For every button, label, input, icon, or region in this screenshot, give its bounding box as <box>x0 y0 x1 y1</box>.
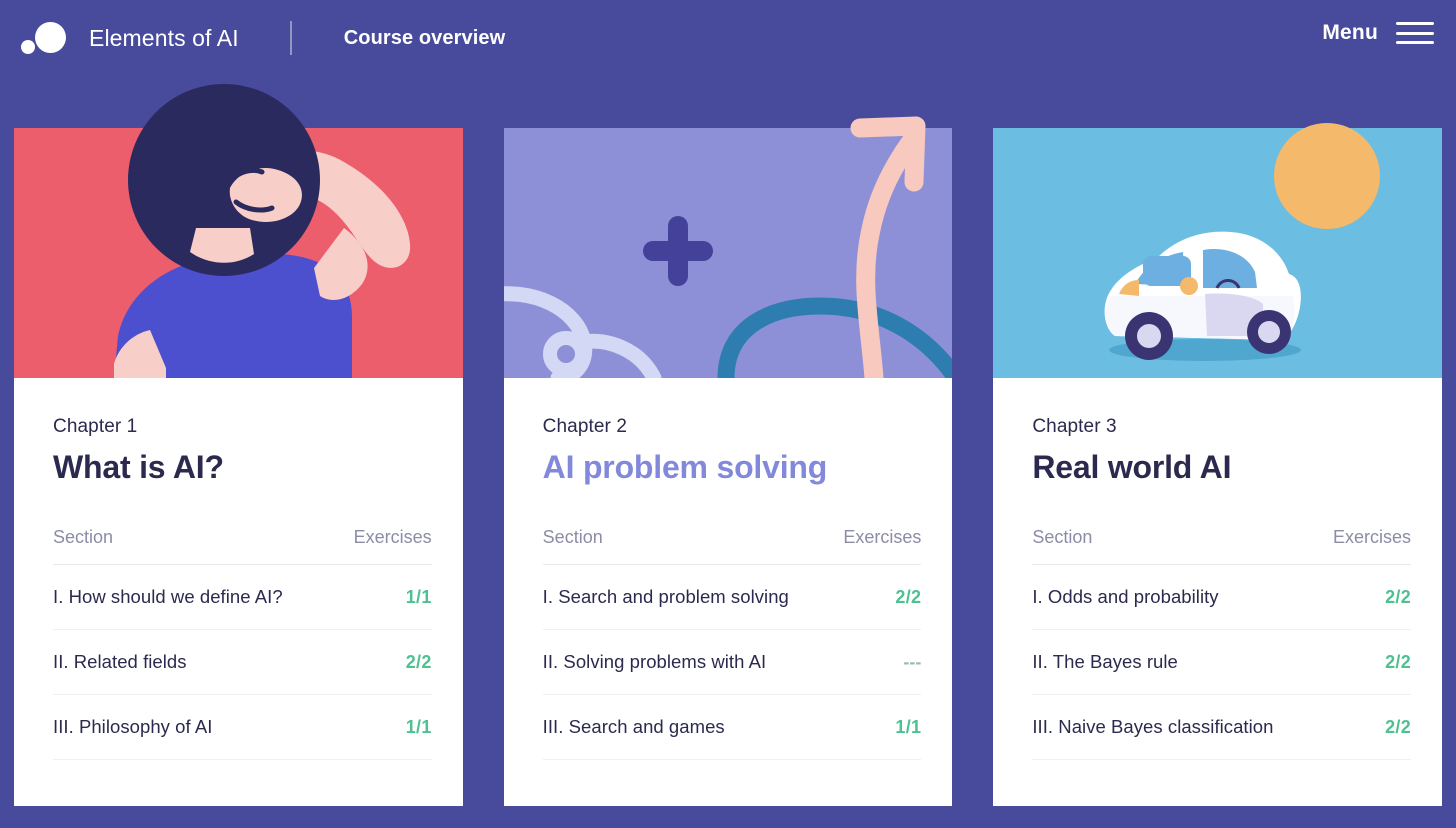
chapter-title: What is AI? <box>53 449 224 485</box>
section-name: II. Related fields <box>53 651 187 672</box>
logo-small-circle <box>21 40 35 54</box>
hamburger-line-2 <box>1396 31 1434 35</box>
menu-button[interactable]: Menu <box>1322 20 1434 46</box>
section-row[interactable]: III. Naive Bayes classification 2/2 <box>1032 695 1412 760</box>
chapter-1-illustration <box>14 84 463 378</box>
section-row[interactable]: III. Search and games 1/1 <box>542 695 922 760</box>
chapter-card-2[interactable]: Chapter 2 AI problem solving Section Exe… <box>503 116 953 806</box>
section-name: I. Odds and probability <box>1032 586 1219 607</box>
section-name: II. Solving problems with AI <box>542 651 767 672</box>
section-exercise-count: 2/2 <box>1385 716 1412 737</box>
section-table-header: Section Exercises <box>1032 527 1412 565</box>
section-row[interactable]: II. Solving problems with AI --- <box>542 630 922 695</box>
page-title: Course overview <box>343 26 506 49</box>
column-header-exercises: Exercises <box>353 527 432 547</box>
chapter-3-illustration <box>993 123 1443 378</box>
brand-logo-group[interactable]: Elements of AI <box>18 18 239 58</box>
section-row[interactable]: II. The Bayes rule 2/2 <box>1032 630 1412 695</box>
section-name: I. How should we define AI? <box>53 586 283 607</box>
app-header: Elements of AI Course overview Menu <box>0 0 1456 76</box>
menu-label: Menu <box>1322 21 1378 44</box>
section-table-header: Section Exercises <box>542 527 922 565</box>
section-name: III. Philosophy of AI <box>53 716 213 737</box>
section-row[interactable]: I. How should we define AI? 1/1 <box>53 565 432 630</box>
brand-name: Elements of AI <box>89 24 239 51</box>
column-header-section: Section <box>53 527 114 547</box>
chapter-3-body: Chapter 3 Real world AI Section Exercise… <box>993 378 1442 806</box>
chapter-label: Chapter 3 <box>1032 416 1117 437</box>
section-exercise-count: --- <box>903 651 922 672</box>
header-divider <box>289 21 292 55</box>
hamburger-line-3 <box>1396 41 1434 44</box>
illustration-background-purple <box>503 128 953 378</box>
section-name: III. Search and games <box>542 716 725 737</box>
section-row[interactable]: I. Search and problem solving 2/2 <box>542 565 922 630</box>
section-name: I. Search and problem solving <box>542 586 789 607</box>
section-row[interactable]: II. Related fields 2/2 <box>53 630 432 695</box>
logo-large-circle <box>35 22 66 53</box>
chapter-1-body: Chapter 1 What is AI? Section Exercises … <box>14 378 463 806</box>
hamburger-line-1 <box>1396 22 1434 25</box>
section-exercise-count: 1/1 <box>405 586 432 607</box>
section-exercise-count: 1/1 <box>405 716 432 737</box>
hamburger-icon[interactable] <box>1396 20 1434 46</box>
two-circles-logo-icon <box>18 18 70 58</box>
section-exercise-count: 2/2 <box>1385 586 1412 607</box>
section-row[interactable]: I. Odds and probability 2/2 <box>1032 565 1412 630</box>
section-table-header: Section Exercises <box>53 527 432 565</box>
column-header-section: Section <box>1032 527 1093 547</box>
section-exercise-count: 2/2 <box>1385 651 1412 672</box>
chapter-2-body: Chapter 2 AI problem solving Section Exe… <box>504 378 953 806</box>
section-exercise-count: 2/2 <box>895 586 922 607</box>
chapter-title: AI problem solving <box>542 449 828 485</box>
chapter-2-illustration <box>503 116 953 378</box>
chapter-title: Real world AI <box>1032 449 1232 485</box>
chapter-label: Chapter 2 <box>542 416 628 437</box>
column-header-section: Section <box>542 527 603 547</box>
illustration-background-red <box>14 128 463 378</box>
column-header-exercises: Exercises <box>843 527 922 547</box>
section-row[interactable]: III. Philosophy of AI 1/1 <box>53 695 432 760</box>
section-exercise-count: 1/1 <box>895 716 922 737</box>
illustration-background-blue <box>993 128 1443 378</box>
chapter-card-1[interactable]: Chapter 1 What is AI? Section Exercises … <box>14 84 463 806</box>
column-header-exercises: Exercises <box>1332 527 1412 547</box>
section-name: II. The Bayes rule <box>1032 651 1178 672</box>
course-chapter-grid: Chapter 1 What is AI? Section Exercises … <box>14 84 1443 806</box>
section-exercise-count: 2/2 <box>405 651 432 672</box>
section-name: III. Naive Bayes classification <box>1032 716 1274 737</box>
chapter-label: Chapter 1 <box>53 416 138 437</box>
chapter-card-3[interactable]: Chapter 3 Real world AI Section Exercise… <box>993 123 1443 806</box>
